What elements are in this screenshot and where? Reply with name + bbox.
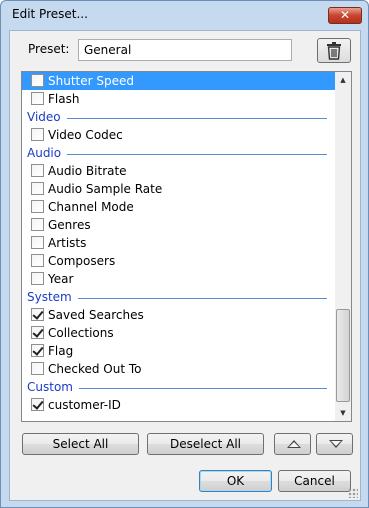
category-label: Video — [27, 110, 61, 124]
item-label: Collections — [48, 326, 114, 340]
item-checkbox[interactable] — [31, 326, 44, 339]
delete-preset-button[interactable] — [317, 38, 351, 63]
scroll-down-arrow-icon[interactable]: ▼ — [335, 405, 351, 421]
item-checkbox[interactable] — [31, 362, 44, 375]
item-checkbox[interactable] — [31, 308, 44, 321]
item-label: customer-ID — [48, 398, 121, 412]
item-label: Flash — [48, 92, 80, 106]
item-checkbox[interactable] — [31, 74, 44, 87]
item-label: Shutter Speed — [48, 74, 134, 88]
item-label: Composers — [48, 254, 116, 268]
dialog-body: Preset: Shutter Speed Flash Video Video Cod… — [9, 30, 361, 501]
item-checkbox[interactable] — [31, 272, 44, 285]
scroll-thumb[interactable] — [336, 309, 350, 402]
title-bar[interactable]: Edit Preset... ✕ — [1, 1, 368, 27]
window-title: Edit Preset... — [12, 7, 88, 21]
category-label: System — [27, 290, 72, 304]
list-item[interactable]: Genres — [22, 216, 335, 234]
list-item[interactable]: Collections — [22, 324, 335, 342]
item-label: Flag — [48, 344, 74, 358]
list-item[interactable]: Channel Mode — [22, 198, 335, 216]
list-item[interactable]: Flash — [22, 90, 335, 108]
item-checkbox[interactable] — [31, 344, 44, 357]
list-item[interactable]: Audio Bitrate — [22, 162, 335, 180]
list-item[interactable]: customer-ID — [22, 396, 335, 414]
item-checkbox[interactable] — [31, 254, 44, 267]
item-label: Year — [48, 272, 74, 286]
field-list[interactable]: Shutter Speed Flash Video Video Codec Audio A… — [21, 71, 352, 422]
item-checkbox[interactable] — [31, 398, 44, 411]
list-item[interactable]: Saved Searches — [22, 306, 335, 324]
scroll-up-arrow-icon[interactable]: ▲ — [335, 72, 351, 88]
category-header: Audio — [22, 144, 335, 162]
list-item[interactable]: Shutter Speed — [22, 72, 335, 90]
preset-name-field[interactable] — [78, 39, 292, 61]
deselect-all-button[interactable]: Deselect All — [147, 433, 264, 455]
category-label: Audio — [27, 146, 62, 160]
ok-button[interactable]: OK — [199, 470, 272, 492]
item-checkbox[interactable] — [31, 128, 44, 141]
category-label: Custom — [27, 380, 73, 394]
item-label: Audio Bitrate — [48, 164, 127, 178]
trash-icon — [327, 41, 341, 60]
field-list-content: Shutter Speed Flash Video Video Codec Audio A… — [22, 72, 335, 421]
item-checkbox[interactable] — [31, 236, 44, 249]
list-item[interactable]: Video Codec — [22, 126, 335, 144]
move-up-button[interactable] — [274, 433, 311, 455]
item-label: Genres — [48, 218, 91, 232]
category-divider — [79, 388, 327, 389]
category-header: Video — [22, 108, 335, 126]
item-checkbox[interactable] — [31, 92, 44, 105]
item-checkbox[interactable] — [31, 182, 44, 195]
category-divider — [67, 118, 327, 119]
cancel-button[interactable]: Cancel — [278, 470, 351, 492]
list-item[interactable]: Flag — [22, 342, 335, 360]
item-label: Channel Mode — [48, 200, 134, 214]
list-item[interactable]: Artists — [22, 234, 335, 252]
category-divider — [78, 298, 327, 299]
list-item[interactable]: Audio Sample Rate — [22, 180, 335, 198]
edit-preset-dialog: Edit Preset... ✕ Preset: Shutter Speed Fl… — [0, 0, 369, 508]
item-label: Artists — [48, 236, 87, 250]
preset-label: Preset: — [28, 42, 70, 56]
triangle-up-icon — [287, 440, 301, 448]
close-icon: ✕ — [339, 8, 351, 22]
item-label: Video Codec — [48, 128, 123, 142]
item-checkbox[interactable] — [31, 164, 44, 177]
resize-grip-icon[interactable] — [348, 488, 358, 498]
close-button[interactable]: ✕ — [328, 7, 362, 24]
category-divider — [67, 154, 327, 155]
vertical-scrollbar[interactable]: ▲ ▼ — [335, 72, 351, 421]
item-label: Checked Out To — [48, 362, 142, 376]
move-down-button[interactable] — [316, 433, 353, 455]
select-all-button[interactable]: Select All — [22, 433, 139, 455]
item-label: Audio Sample Rate — [48, 182, 163, 196]
item-checkbox[interactable] — [31, 200, 44, 213]
triangle-down-icon — [329, 440, 343, 448]
category-header: System — [22, 288, 335, 306]
list-item[interactable]: Checked Out To — [22, 360, 335, 378]
item-label: Saved Searches — [48, 308, 144, 322]
list-item[interactable]: Composers — [22, 252, 335, 270]
list-item[interactable]: Year — [22, 270, 335, 288]
category-header: Custom — [22, 378, 335, 396]
item-checkbox[interactable] — [31, 218, 44, 231]
